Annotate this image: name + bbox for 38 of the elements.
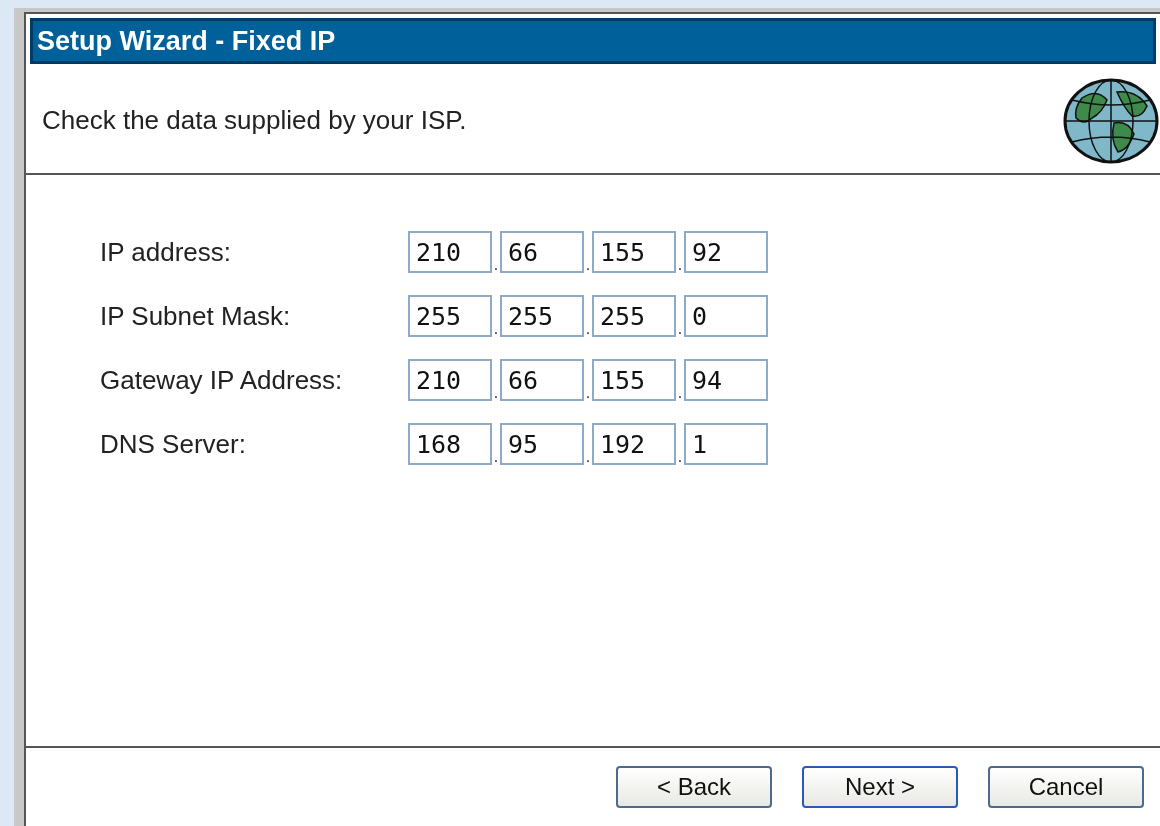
field-label: IP Subnet Mask:	[100, 299, 292, 333]
octet-field[interactable]: 92	[684, 231, 768, 273]
octet-field[interactable]: 210	[408, 231, 492, 273]
dot-separator: .	[492, 449, 500, 465]
wizard-button[interactable]: < Back	[616, 766, 772, 808]
dot-separator: .	[676, 321, 684, 337]
dot-separator: .	[492, 257, 500, 273]
octet-field[interactable]: 168	[408, 423, 492, 465]
dot-separator: .	[584, 321, 592, 337]
octet-field[interactable]: 95	[500, 423, 584, 465]
dot-separator: .	[584, 385, 592, 401]
dot-separator: .	[676, 449, 684, 465]
octet-field[interactable]: 155	[592, 359, 676, 401]
octet-field[interactable]: 155	[592, 231, 676, 273]
globe-icon	[1062, 77, 1160, 164]
instruction-text: Check the data supplied by your ISP.	[42, 104, 467, 137]
dot-separator: .	[584, 449, 592, 465]
dot-separator: .	[492, 385, 500, 401]
window-title: Setup Wizard - Fixed IP	[30, 18, 1156, 64]
octet-field[interactable]: 192	[592, 423, 676, 465]
octet-field[interactable]: 0	[684, 295, 768, 337]
octet-field[interactable]: 66	[500, 359, 584, 401]
octet-field[interactable]: 255	[500, 295, 584, 337]
octet-field[interactable]: 66	[500, 231, 584, 273]
dot-separator: .	[676, 385, 684, 401]
dot-separator: .	[676, 257, 684, 273]
octet-field[interactable]: 94	[684, 359, 768, 401]
field-label: DNS Server:	[100, 427, 247, 461]
octet-field[interactable]: 210	[408, 359, 492, 401]
field-label: Gateway IP Address:	[100, 363, 344, 397]
wizard-button[interactable]: Next >	[802, 766, 958, 808]
wizard-button[interactable]: Cancel	[988, 766, 1144, 808]
octet-field[interactable]: 1	[684, 423, 768, 465]
octet-field[interactable]: 255	[592, 295, 676, 337]
octet-field[interactable]: 255	[408, 295, 492, 337]
dot-separator: .	[584, 257, 592, 273]
field-label: IP address:	[100, 235, 233, 269]
dot-separator: .	[492, 321, 500, 337]
